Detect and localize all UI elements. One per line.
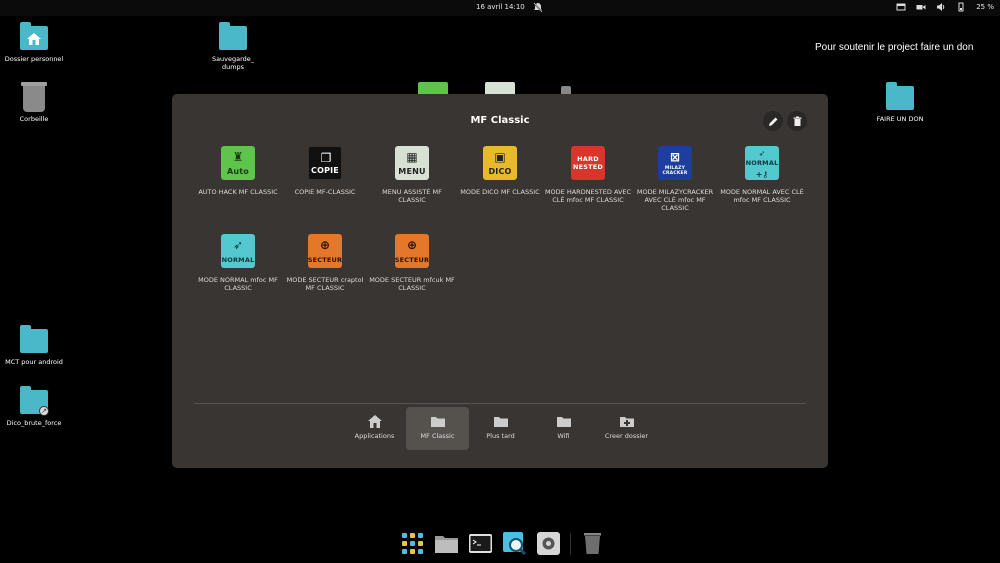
tab-plus-tard[interactable]: Plus tard (469, 407, 532, 450)
top-bar: 16 avril 14:10 25 % (0, 0, 1000, 16)
folder-title: MF Classic (470, 115, 530, 126)
desktop-icon-dico-brute-force[interactable]: ↗ Dico_brute_force (0, 386, 69, 427)
desktop-icon-home[interactable]: Dossier personnel (0, 22, 69, 63)
target-icon: ⊕ (319, 238, 331, 252)
desktop-icon-faire-un-don[interactable]: FAIRE UN DON (865, 82, 935, 123)
folder-icon (493, 417, 508, 427)
tab-mf-classic[interactable]: MF Classic (406, 407, 469, 450)
trash-icon[interactable] (580, 531, 605, 556)
volume-icon[interactable] (936, 2, 946, 12)
desktop-icon-label: Dossier personnel (4, 55, 64, 63)
target-icon: ⊕ (406, 238, 418, 252)
desktop-icon-mct-android[interactable]: MCT pour android (0, 325, 69, 366)
rename-folder-button[interactable] (763, 111, 783, 131)
trash-icon (21, 82, 47, 112)
tab-wifi[interactable]: Wifi (532, 407, 595, 450)
app-label: MODE DICO MF CLASSIC (460, 188, 540, 196)
app-label: MODE NORMAL AVEC CLÉ mfoc MF CLASSIC (720, 188, 804, 204)
folder-tabs: Applications MF Classic Plus tard Wifi C… (343, 407, 658, 450)
trash-icon (793, 116, 801, 126)
folder-add-icon (619, 417, 634, 427)
dock-separator (570, 532, 571, 555)
app-label: MENU ASSISTÉ MF CLASSIC (382, 188, 442, 204)
file-manager-icon[interactable] (434, 531, 459, 556)
app-copie[interactable]: ❐ COPIE COPIE MF-CLASSIC (281, 146, 369, 196)
tab-creer-dossier[interactable]: Creer dossier (595, 407, 658, 450)
camera-icon[interactable] (916, 2, 926, 12)
book-icon: ▣ (494, 150, 506, 164)
desktop-icon-sauvegarde-dumps[interactable]: Sauvegarde_ dumps (198, 22, 268, 71)
app-menu-assiste[interactable]: ▦ MENU MENU ASSISTÉ MF CLASSIC (368, 146, 456, 204)
pencil-icon (768, 117, 777, 126)
donate-text: Pour soutenir le project faire un don (815, 42, 974, 53)
app-label: MODE NORMAL mfoc MF CLASSIC (198, 276, 278, 292)
app-mode-secteur-craptol[interactable]: ⊕ SECTEUR MODE SECTEUR craptol MF CLASSI… (281, 234, 369, 292)
app-mode-hardnested[interactable]: HARD NESTED MODE HARDNESTED AVEC CLÉ mfo… (544, 146, 632, 204)
app-auto-hack[interactable]: ♜ Auto AUTO HACK MF CLASSIC (194, 146, 282, 196)
app-mode-secteur-mfcuk[interactable]: ⊕ SECTEUR MODE SECTEUR mfcuk MF CLASSIC (368, 234, 456, 292)
app-label: MODE HARDNESTED AVEC CLÉ mfoc MF CLASSIC (544, 188, 632, 204)
settings-icon[interactable] (536, 531, 561, 556)
app-label: COPIE MF-CLASSIC (294, 188, 356, 196)
folder-icon (430, 417, 445, 427)
hidden-desktop-icon (561, 86, 571, 94)
desktop-icon-label: Sauvegarde_ dumps (211, 55, 255, 71)
desktop-icon-label: Corbeille (19, 115, 49, 123)
tab-applications[interactable]: Applications (343, 407, 406, 450)
clock[interactable]: 16 avril 14:10 (476, 3, 525, 11)
folder-icon (556, 417, 571, 427)
app-mode-milazycracker[interactable]: ⊠ MILAZY CRACKER MODE MILAZYCRACKER AVEC… (631, 146, 719, 212)
image-viewer-icon[interactable] (502, 531, 527, 556)
app-label: MODE MILAZYCRACKER AVEC CLÉ mfoc MF CLAS… (636, 188, 714, 212)
desktop-icon-label: FAIRE UN DON (876, 115, 924, 123)
dock (400, 531, 605, 556)
desktop-icon-label: Dico_brute_force (6, 419, 62, 427)
app-mode-normal-mfoc[interactable]: ➶ NORMAL MODE NORMAL mfoc MF CLASSIC (194, 234, 282, 292)
battery-icon[interactable] (956, 2, 966, 12)
delete-folder-button[interactable] (787, 111, 807, 131)
app-label: MODE SECTEUR craptol MF CLASSIC (286, 276, 364, 292)
key-icon: +⚷ (755, 170, 769, 179)
running-icon: ➶ (232, 238, 244, 252)
notifications-off-icon[interactable] (533, 2, 543, 13)
folder-icon (20, 325, 48, 353)
grid-icon: ▦ (406, 150, 418, 164)
app-label: AUTO HACK MF CLASSIC (198, 188, 278, 196)
copy-icon: ❐ (320, 151, 332, 165)
terminal-icon[interactable] (468, 531, 493, 556)
window-icon[interactable] (896, 2, 906, 12)
app-label: MODE SECTEUR mfcuk MF CLASSIC (369, 276, 455, 292)
system-tray[interactable]: 25 % (896, 2, 994, 12)
home-icon (367, 415, 382, 428)
panel-divider (194, 403, 806, 404)
app-mode-dico[interactable]: ▣ DICO MODE DICO MF CLASSIC (456, 146, 544, 196)
battery-percent: 25 % (976, 3, 994, 11)
app-grid-icon[interactable] (400, 531, 425, 556)
folder-icon (219, 22, 247, 50)
lock-icon: ⊠ (669, 150, 681, 164)
desktop-icon-label: MCT pour android (5, 358, 63, 366)
link-icon: ↗ (39, 406, 49, 416)
robot-icon: ♜ (232, 150, 244, 164)
desktop-icon-trash[interactable]: Corbeille (0, 82, 69, 123)
running-icon: ➶ (758, 149, 766, 158)
app-mode-normal-avec-cle[interactable]: ➶ NORMAL +⚷ MODE NORMAL AVEC CLÉ mfoc MF… (718, 146, 806, 204)
home-icon (27, 33, 41, 45)
folder-icon (886, 82, 914, 110)
